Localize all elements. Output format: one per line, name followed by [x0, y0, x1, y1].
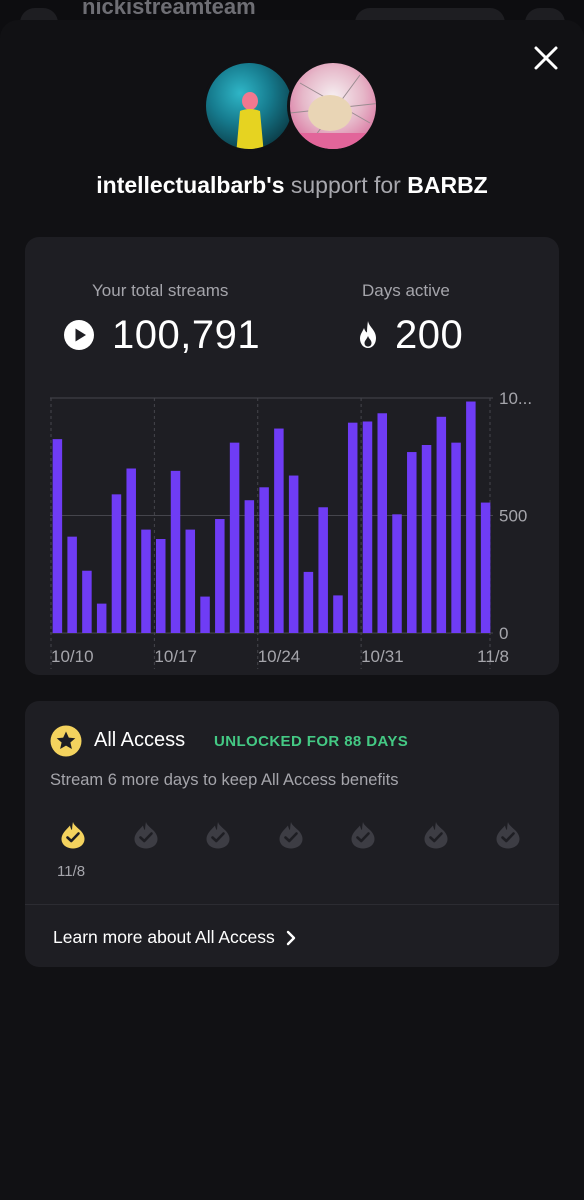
chart-bar[interactable] — [156, 539, 166, 633]
chart-x-tick-label: 11/8 — [477, 647, 509, 666]
chart-bar[interactable] — [259, 487, 269, 633]
streak-day-pending-icon — [204, 821, 232, 849]
streak-day-pending-icon — [277, 821, 305, 849]
chart-bar[interactable] — [82, 570, 92, 633]
chart-bar[interactable] — [141, 529, 151, 633]
chart-bar[interactable] — [111, 494, 122, 633]
chart-bar[interactable] — [480, 502, 491, 633]
streams-bar-chart: 10... 500 0 10/10 10/17 10/24 10/31 11/8 — [50, 389, 532, 669]
chart-bar[interactable] — [229, 442, 240, 633]
chart-bar[interactable] — [52, 439, 63, 633]
chart-bar[interactable] — [288, 475, 299, 633]
chart-bar[interactable] — [333, 595, 343, 633]
chart-y-tick-label: 0 — [499, 624, 508, 643]
chart-bar[interactable] — [185, 529, 196, 633]
chart-x-tick-label: 10/17 — [154, 647, 197, 666]
chart-y-tick-label: 10... — [499, 389, 532, 408]
chart-bar[interactable] — [126, 468, 136, 634]
chart-bar[interactable] — [407, 452, 417, 633]
chart-bar[interactable] — [451, 442, 461, 633]
close-icon[interactable] — [530, 42, 562, 74]
chart-bar[interactable] — [318, 507, 328, 633]
learn-more-label: Learn more about All Access — [53, 927, 275, 947]
artist-avatar — [287, 60, 379, 152]
chart-bar[interactable] — [466, 401, 476, 633]
avatar-group — [203, 60, 383, 156]
background-app-title: nickistreamteam — [82, 0, 256, 19]
chart-y-tick-label: 500 — [499, 507, 527, 526]
chart-bar[interactable] — [244, 500, 255, 633]
chart-x-tick-label: 10/31 — [361, 647, 404, 666]
chart-bar[interactable] — [392, 514, 402, 633]
chart-bar[interactable] — [303, 571, 314, 633]
stats-card: Your total streams 100,791 Days active 2… — [25, 237, 559, 675]
chart-bar[interactable] — [200, 596, 210, 633]
streak-day-pending-icon — [132, 821, 160, 849]
user-avatar — [203, 60, 295, 152]
chart-bar[interactable] — [421, 445, 432, 633]
streak-day-pending-icon — [349, 821, 377, 849]
all-access-card: All Access UNLOCKED FOR 88 DAYS Stream 6… — [25, 701, 559, 967]
chart-bar[interactable] — [96, 603, 107, 633]
support-headline: intellectualbarb's support for BARBZ — [0, 170, 584, 200]
streak-day-pending-icon — [422, 821, 450, 849]
chart-bar[interactable] — [362, 421, 373, 634]
chart-bar[interactable] — [170, 470, 181, 633]
chart-bar[interactable] — [436, 416, 447, 633]
streak-day-complete-icon — [59, 821, 87, 849]
unlocked-badge: UNLOCKED FOR 88 DAYS — [214, 733, 409, 750]
chart-x-tick-label: 10/24 — [258, 647, 301, 666]
streak-day-label: 11/8 — [57, 863, 86, 880]
chart-bar[interactable] — [274, 428, 284, 633]
artist-name: BARBZ — [407, 172, 488, 198]
streak-day-pending-icon — [494, 821, 522, 849]
support-sheet: intellectualbarb's support for BARBZ You… — [0, 20, 584, 1200]
headline-middle: support for — [290, 172, 401, 198]
chart-bar[interactable] — [215, 519, 225, 633]
chart-bar[interactable] — [67, 536, 77, 633]
all-access-subtitle: Stream 6 more days to keep All Access be… — [50, 771, 399, 789]
chevron-right-icon — [286, 930, 295, 945]
learn-more-link[interactable]: Learn more about All Access — [53, 927, 297, 948]
divider — [25, 904, 559, 905]
chart-x-tick-label: 10/10 — [51, 647, 94, 666]
chart-bar[interactable] — [377, 413, 388, 633]
chart-bar[interactable] — [347, 422, 358, 633]
username: intellectualbarb's — [96, 172, 285, 198]
star-icon — [50, 725, 82, 757]
all-access-title: All Access — [94, 729, 186, 751]
